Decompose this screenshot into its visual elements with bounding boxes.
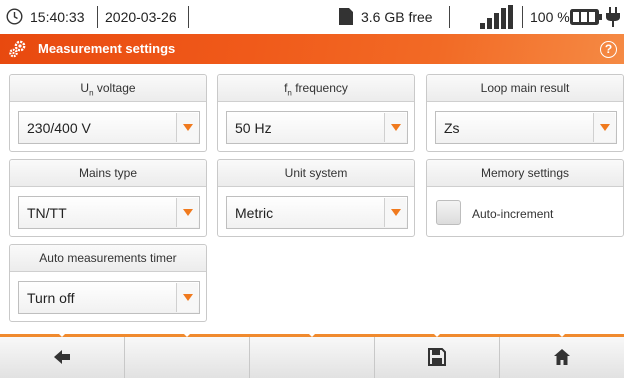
divider bbox=[522, 6, 523, 28]
dropdown-button[interactable] bbox=[593, 113, 615, 142]
loop-result-select[interactable]: Zs bbox=[435, 111, 617, 144]
chevron-down-icon bbox=[183, 294, 193, 301]
divider bbox=[188, 6, 189, 28]
chevron-down-icon bbox=[183, 209, 193, 216]
dropdown-button[interactable] bbox=[384, 113, 406, 142]
un-voltage-select[interactable]: 230/400 V bbox=[18, 111, 200, 144]
un-voltage-value: 230/400 V bbox=[27, 120, 91, 136]
battery-percent: 100 % bbox=[530, 9, 570, 25]
un-voltage-label: Un voltage bbox=[10, 75, 206, 102]
fn-frequency-label: fn frequency bbox=[218, 75, 414, 102]
storage-free: 3.6 GB free bbox=[361, 9, 433, 25]
loop-result-label: Loop main result bbox=[427, 75, 623, 102]
notch bbox=[309, 334, 315, 337]
sd-card-icon bbox=[339, 8, 353, 25]
back-button[interactable] bbox=[0, 334, 125, 378]
signal-bars-icon bbox=[480, 5, 513, 29]
mains-type-value: TN/TT bbox=[27, 205, 67, 221]
loop-result-value: Zs bbox=[444, 120, 460, 136]
dropdown-button[interactable] bbox=[384, 198, 406, 227]
unit-system-panel: Unit system Metric bbox=[217, 159, 415, 237]
auto-timer-panel: Auto measurements timer Turn off bbox=[9, 244, 207, 322]
dropdown-button[interactable] bbox=[176, 283, 198, 312]
dropdown-button[interactable] bbox=[176, 198, 198, 227]
memory-settings-panel: Memory settings Auto-increment bbox=[426, 159, 624, 237]
auto-timer-value: Turn off bbox=[27, 290, 75, 306]
mains-type-label: Mains type bbox=[10, 160, 206, 187]
fn-frequency-panel: fn frequency 50 Hz bbox=[217, 74, 415, 152]
label-main: U bbox=[80, 81, 90, 95]
bottom-toolbar bbox=[0, 334, 624, 378]
chevron-down-icon bbox=[600, 124, 610, 131]
back-arrow-icon bbox=[54, 350, 70, 364]
empty-button-2[interactable] bbox=[125, 334, 250, 378]
status-bar: 15:40:33 2020-03-26 3.6 GB free 100 % bbox=[0, 0, 624, 34]
label-rest: voltage bbox=[93, 81, 136, 95]
mains-type-select[interactable]: TN/TT bbox=[18, 196, 200, 229]
fn-frequency-select[interactable]: 50 Hz bbox=[226, 111, 408, 144]
empty-button-3[interactable] bbox=[250, 334, 375, 378]
dropdown-button[interactable] bbox=[176, 113, 198, 142]
auto-increment-checkbox[interactable] bbox=[436, 200, 461, 225]
gears-icon bbox=[9, 40, 26, 58]
save-button[interactable] bbox=[375, 334, 500, 378]
notch bbox=[559, 334, 565, 337]
unit-system-select[interactable]: Metric bbox=[226, 196, 408, 229]
divider bbox=[97, 6, 98, 28]
un-voltage-panel: Un voltage 230/400 V bbox=[9, 74, 207, 152]
power-plug-icon bbox=[606, 7, 620, 27]
time-display: 15:40:33 bbox=[30, 9, 85, 25]
chevron-down-icon bbox=[183, 124, 193, 131]
notch bbox=[434, 334, 440, 337]
home-icon bbox=[554, 349, 570, 365]
battery-icon bbox=[570, 9, 602, 25]
divider bbox=[449, 6, 450, 28]
notch bbox=[184, 334, 190, 337]
unit-system-value: Metric bbox=[235, 205, 274, 221]
auto-timer-select[interactable]: Turn off bbox=[18, 281, 200, 314]
unit-system-label: Unit system bbox=[218, 160, 414, 187]
home-button[interactable] bbox=[500, 334, 624, 378]
save-floppy-icon bbox=[428, 348, 446, 366]
chevron-down-icon bbox=[391, 209, 401, 216]
mains-type-panel: Mains type TN/TT bbox=[9, 159, 207, 237]
memory-settings-label: Memory settings bbox=[427, 160, 623, 187]
label-rest: frequency bbox=[291, 81, 348, 95]
auto-timer-label: Auto measurements timer bbox=[10, 245, 206, 272]
fn-frequency-value: 50 Hz bbox=[235, 120, 272, 136]
chevron-down-icon bbox=[391, 124, 401, 131]
page-title: Measurement settings bbox=[38, 41, 176, 56]
title-bar: Measurement settings ? bbox=[0, 34, 624, 64]
loop-result-panel: Loop main result Zs bbox=[426, 74, 624, 152]
date-display: 2020-03-26 bbox=[105, 9, 177, 25]
auto-increment-label: Auto-increment bbox=[472, 207, 554, 221]
clock-icon bbox=[6, 8, 23, 25]
help-icon[interactable]: ? bbox=[600, 41, 617, 58]
notch bbox=[59, 334, 65, 337]
